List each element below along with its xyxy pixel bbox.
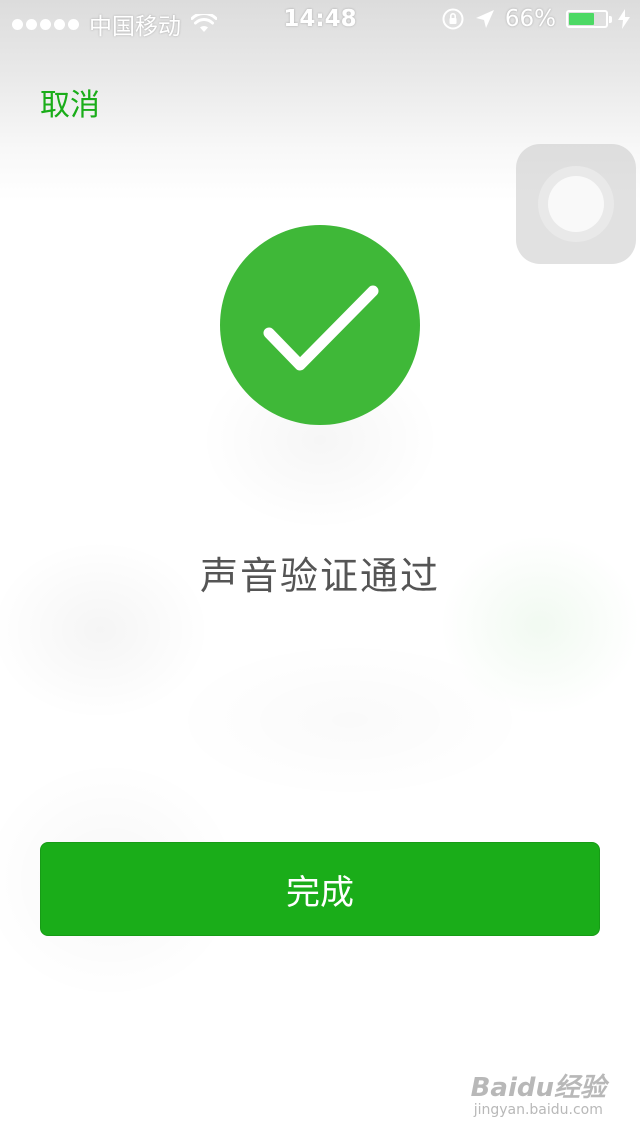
cancel-button[interactable]: 取消 — [40, 80, 100, 124]
battery-level — [569, 13, 595, 25]
assistive-touch-center — [548, 176, 604, 232]
assistive-touch-ring — [538, 166, 614, 242]
battery-percent: 66% — [504, 6, 556, 32]
baidu-jingyan-watermark: Baidu经验 jingyan.baidu.com — [471, 1074, 606, 1118]
location-arrow-icon — [475, 10, 494, 28]
battery-icon — [566, 10, 612, 28]
assistive-touch-icon[interactable] — [516, 144, 636, 264]
status-bar-right: 66% — [441, 6, 630, 32]
verification-message: 声音验证通过 — [199, 554, 440, 598]
watermark-url: jingyan.baidu.com — [473, 1101, 603, 1118]
rotation-lock-icon — [442, 8, 464, 30]
charging-bolt-icon — [618, 9, 630, 29]
watermark-brand: Baidu经验 — [470, 1073, 606, 1104]
check-circle-icon — [220, 225, 420, 425]
status-bar: 中国移动 14:48 66% — [0, 0, 640, 40]
done-button[interactable]: 完成 — [40, 842, 600, 936]
